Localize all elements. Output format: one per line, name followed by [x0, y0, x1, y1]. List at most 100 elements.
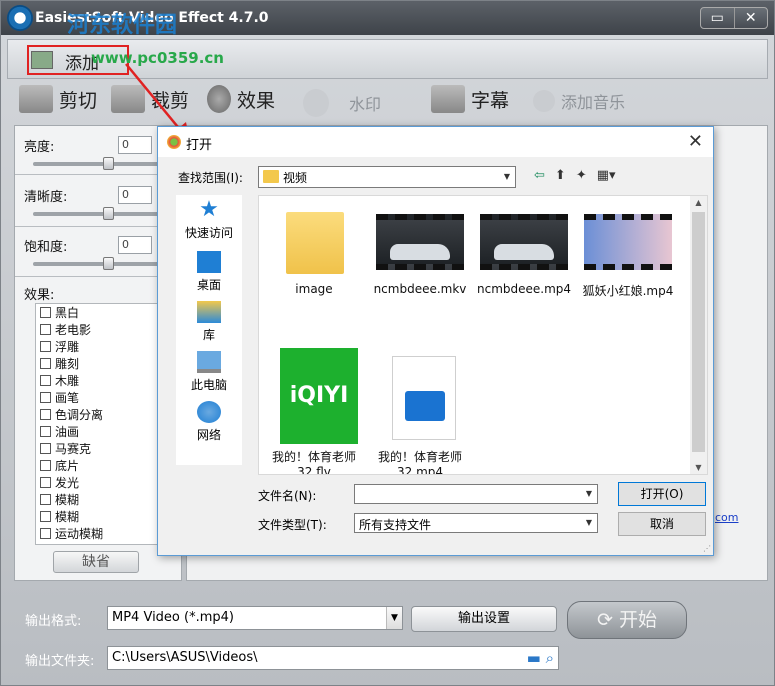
output-format-select[interactable]: MP4 Video (*.mp4) ▼: [107, 606, 403, 630]
effect-item[interactable]: 底片: [36, 457, 164, 474]
filetype-value: 所有支持文件: [359, 518, 432, 532]
watermark-tool[interactable]: 水印: [303, 89, 381, 117]
output-settings-button[interactable]: 输出设置: [411, 606, 557, 632]
checkbox[interactable]: [40, 477, 51, 488]
checkbox[interactable]: [40, 375, 51, 386]
default-button[interactable]: 缺省: [53, 551, 139, 573]
subtitle-label: 字幕: [471, 89, 510, 112]
effect-item[interactable]: 木雕: [36, 372, 164, 389]
effect-item[interactable]: 黑白: [36, 304, 164, 321]
chevron-down-icon[interactable]: ▼: [581, 514, 597, 532]
effect-item[interactable]: 画笔: [36, 389, 164, 406]
view-menu-icon[interactable]: ▦▾: [597, 168, 616, 183]
title-bar: EasiestSoft Video Effect 4.7.0 河东软件园 ▭ ✕: [1, 1, 774, 38]
checkbox[interactable]: [40, 341, 51, 352]
cut-tool[interactable]: 剪切: [19, 85, 97, 113]
search-icon[interactable]: ⌕: [546, 649, 554, 667]
effect-item[interactable]: 油画: [36, 423, 164, 440]
slider-thumb[interactable]: [103, 157, 114, 170]
file-item[interactable]: ncmbdeee.mp4: [475, 208, 573, 296]
watermark-label: 水印: [349, 95, 382, 114]
scroll-thumb[interactable]: [692, 212, 705, 452]
file-item[interactable]: 狐妖小红娘.mp4: [579, 208, 677, 299]
vertical-scrollbar[interactable]: ▲ ▼: [690, 196, 707, 474]
checkbox[interactable]: [40, 358, 51, 369]
scroll-down-icon[interactable]: ▼: [690, 463, 707, 472]
start-button[interactable]: ⟳ 开始: [567, 601, 687, 639]
checkbox[interactable]: [40, 324, 51, 335]
drop-icon: [303, 89, 329, 117]
file-item[interactable]: 我的！体育老师 32.mp4: [371, 356, 469, 474]
effect-item[interactable]: 运动模糊: [36, 525, 164, 542]
checkbox[interactable]: [40, 409, 51, 420]
effect-label: 浮雕: [55, 340, 80, 354]
effect-item[interactable]: 马赛克: [36, 440, 164, 457]
slider-thumb[interactable]: [103, 207, 114, 220]
dialog-title: 打开: [186, 138, 213, 153]
output-folder-label: 输出文件夹:: [25, 654, 95, 669]
output-folder-input[interactable]: C:\Users\ASUS\Videos\ ▬ ⌕: [107, 646, 559, 670]
effect-item[interactable]: 色调分离: [36, 406, 164, 423]
subtitle-tool[interactable]: 字幕: [431, 85, 509, 113]
video-thumbnail: [480, 214, 568, 270]
checkbox[interactable]: [40, 528, 51, 539]
checkbox[interactable]: [40, 443, 51, 454]
restore-button[interactable]: ▭: [701, 8, 734, 28]
places-bar: ★ 快速访问 桌面 库 此电脑 网络: [176, 195, 242, 465]
checkbox[interactable]: [40, 460, 51, 471]
music-disc-icon: [533, 90, 555, 112]
place-this-pc[interactable]: 此电脑: [176, 351, 242, 393]
folder-icon[interactable]: ▬: [527, 649, 541, 667]
effects-label: 效果:: [24, 288, 55, 303]
filetype-select[interactable]: 所有支持文件 ▼: [354, 513, 598, 533]
effect-item[interactable]: 老电影: [36, 321, 164, 338]
scroll-up-icon[interactable]: ▲: [690, 198, 707, 207]
effect-item[interactable]: 模糊: [36, 508, 164, 525]
checkbox[interactable]: [40, 392, 51, 403]
checkbox[interactable]: [40, 426, 51, 437]
up-folder-icon[interactable]: ⬆: [555, 168, 566, 183]
open-button[interactable]: 打开(O): [618, 482, 706, 506]
checkbox[interactable]: [40, 511, 51, 522]
output-format-value: MP4 Video (*.mp4): [112, 610, 234, 625]
place-desktop[interactable]: 桌面: [176, 251, 242, 293]
saturation-input[interactable]: 0: [118, 236, 152, 254]
chevron-down-icon[interactable]: ▼: [386, 607, 402, 629]
chevron-down-icon[interactable]: ▼: [499, 167, 515, 187]
effect-item[interactable]: 模糊: [36, 491, 164, 508]
filename-label: 文件名(N):: [258, 489, 317, 503]
file-item[interactable]: image: [265, 208, 363, 296]
close-button[interactable]: ✕: [733, 8, 768, 28]
resize-grip-icon[interactable]: ⋰: [703, 544, 711, 553]
effect-item[interactable]: 雕刻: [36, 355, 164, 372]
look-in-select[interactable]: 视频 ▼: [258, 166, 516, 188]
checkbox[interactable]: [40, 307, 51, 318]
cancel-button[interactable]: 取消: [618, 512, 706, 536]
file-name: 狐妖小红娘.mp4: [582, 284, 674, 298]
website-link[interactable]: com: [715, 511, 739, 524]
add-music-tool[interactable]: 添加音乐: [533, 89, 625, 113]
place-library[interactable]: 库: [176, 301, 242, 343]
filename-input[interactable]: ▼: [354, 484, 598, 504]
cut-label: 剪切: [59, 89, 98, 112]
place-label: 快速访问: [184, 226, 233, 240]
effect-item[interactable]: 浮雕: [36, 338, 164, 355]
file-item[interactable]: ncmbdeee.mkv: [371, 208, 469, 296]
clapper-file-icon: [392, 356, 456, 440]
effect-label: 木雕: [55, 374, 80, 388]
effect-tool[interactable]: 效果: [207, 85, 275, 113]
sharpness-input[interactable]: 0: [118, 186, 152, 204]
checkbox[interactable]: [40, 494, 51, 505]
slider-thumb[interactable]: [103, 257, 114, 270]
place-quick-access[interactable]: ★ 快速访问: [176, 199, 242, 241]
app-logo-icon: [7, 5, 33, 31]
new-folder-icon[interactable]: ✦: [576, 168, 587, 183]
effect-item[interactable]: 发光: [36, 474, 164, 491]
place-network[interactable]: 网络: [176, 401, 242, 443]
dialog-body: 查找范围(I): 视频 ▼ ⇦ ⬆ ✦ ▦▾ ★ 快速访问 桌面 库 此电脑 网络…: [158, 157, 713, 555]
look-in-label: 查找范围(I):: [178, 171, 243, 185]
file-item[interactable]: iQIYI 我的！体育老师 32.flv: [265, 348, 363, 474]
chevron-down-icon[interactable]: ▼: [581, 485, 597, 503]
dialog-close-button[interactable]: ✕: [688, 131, 703, 152]
back-icon[interactable]: ⇦: [534, 168, 545, 183]
